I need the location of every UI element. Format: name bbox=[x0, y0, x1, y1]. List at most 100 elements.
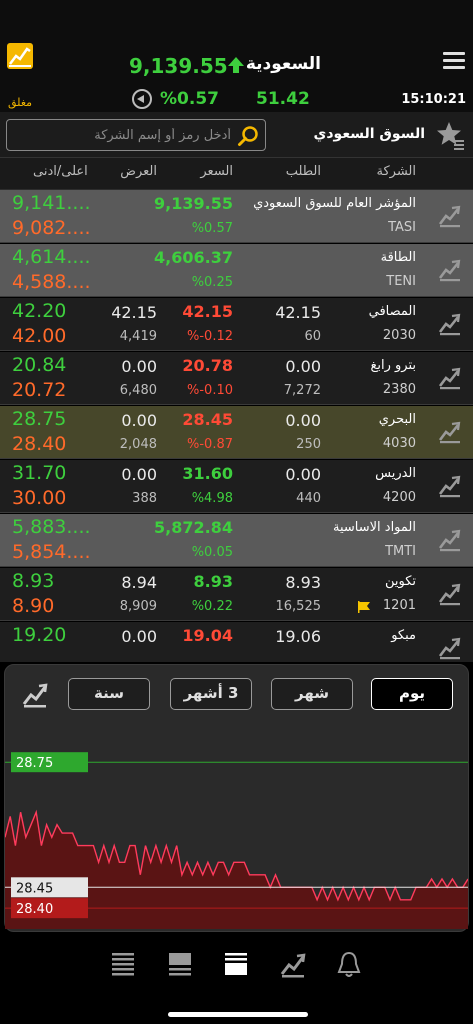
row-chart-icon[interactable] bbox=[437, 203, 463, 229]
flag-icon bbox=[358, 601, 370, 613]
ask-price: 0.00 bbox=[121, 411, 157, 430]
price-label: 28.45 bbox=[16, 881, 53, 896]
company-code: 4030 bbox=[382, 436, 416, 451]
row-chart-icon[interactable] bbox=[437, 311, 463, 337]
stock-row[interactable]: مبكو 19.06 19.04 0.00 19.20 bbox=[0, 622, 473, 662]
bid-quantity: 250 bbox=[296, 437, 321, 452]
bid-price: 0.00 bbox=[285, 411, 321, 430]
col-bid[interactable]: الطلب bbox=[286, 164, 321, 179]
col-ask[interactable]: العرض bbox=[120, 164, 157, 179]
index-change-percent: %0.57 bbox=[160, 89, 219, 109]
back-arrow-icon[interactable] bbox=[132, 89, 152, 109]
stock-row[interactable]: المؤشر العام للسوق السعودي TASI 9,139.55 %0… bbox=[0, 190, 473, 243]
row-chart-icon[interactable] bbox=[437, 635, 463, 661]
last-price: 5,872.84 bbox=[154, 518, 233, 537]
company-name: مبكو bbox=[391, 628, 416, 643]
low-value: 5,854.... bbox=[12, 541, 91, 563]
change-percent: %0.22 bbox=[191, 599, 233, 614]
ask-quantity: 6,480 bbox=[119, 383, 157, 398]
market-depth-icon[interactable] bbox=[222, 950, 250, 980]
tab-3-months[interactable]: 3 أشهر bbox=[170, 678, 252, 710]
high-value: 31.70 bbox=[12, 462, 67, 484]
col-high-low[interactable]: اعلى/ادنى bbox=[33, 164, 88, 179]
low-value: 8.90 bbox=[12, 595, 55, 617]
row-chart-icon[interactable] bbox=[437, 473, 463, 499]
row-chart-icon[interactable] bbox=[437, 365, 463, 391]
app-header: السعودية 9,139.55 مغلق %0.57 51.42 15:10… bbox=[0, 0, 473, 112]
bid-quantity: 7,272 bbox=[283, 383, 321, 398]
stock-row[interactable]: الدريس 4200 0.00 440 31.60 %4.98 0.00 388 31.70 3… bbox=[0, 460, 473, 513]
change-percent: %-0.12 bbox=[187, 329, 233, 344]
company-name: المؤشر العام للسوق السعودي bbox=[253, 196, 416, 211]
stock-row[interactable]: المواد الاساسية TMTI 5,872.84 %0.05 5,883...… bbox=[0, 514, 473, 567]
low-value: 4,588.... bbox=[12, 271, 91, 293]
company-name: بترو رابغ bbox=[370, 358, 416, 373]
bid-price: 19.06 bbox=[275, 627, 321, 646]
change-percent: %0.05 bbox=[191, 545, 233, 560]
ask-quantity: 388 bbox=[132, 491, 157, 506]
company-name: المواد الاساسية bbox=[332, 520, 416, 535]
last-price: 4,606.37 bbox=[154, 248, 233, 267]
tab-year[interactable]: سنة bbox=[68, 678, 150, 710]
stock-row[interactable]: تكوين 1201 8.93 16,525 8.93 %0.22 8.94 8,909 8.9… bbox=[0, 568, 473, 621]
last-price: 28.45 bbox=[182, 410, 233, 429]
row-chart-icon[interactable] bbox=[437, 257, 463, 283]
row-chart-icon[interactable] bbox=[437, 581, 463, 607]
company-name: الطاقة bbox=[380, 250, 416, 265]
market-name[interactable]: السعودية bbox=[246, 54, 321, 74]
company-code: 2030 bbox=[382, 328, 416, 343]
chart-expand-icon[interactable] bbox=[21, 681, 49, 709]
low-value: 20.72 bbox=[12, 379, 67, 401]
star-list-icon[interactable] bbox=[435, 120, 465, 150]
company-name: الدريس bbox=[375, 466, 416, 481]
search-field[interactable] bbox=[6, 119, 266, 151]
last-price: 31.60 bbox=[182, 464, 233, 483]
high-value: 9,141.... bbox=[12, 192, 91, 214]
tab-day[interactable]: يوم bbox=[371, 678, 453, 710]
bottom-nav bbox=[0, 932, 473, 1024]
col-price[interactable]: السعر bbox=[200, 164, 233, 179]
chart-icon[interactable] bbox=[279, 950, 307, 980]
alerts-bell-icon[interactable] bbox=[335, 950, 363, 980]
index-value: 9,139.55 bbox=[129, 54, 228, 78]
menu-icon[interactable] bbox=[443, 50, 465, 72]
change-percent: %-0.87 bbox=[187, 437, 233, 452]
high-value: 42.20 bbox=[12, 300, 67, 322]
search-icon[interactable] bbox=[237, 125, 259, 147]
intraday-chart[interactable]: 28.75 28.45 28.40 bbox=[5, 733, 468, 929]
row-chart-icon[interactable] bbox=[437, 419, 463, 445]
clock: 15:10:21 bbox=[401, 92, 466, 107]
ask-price: 8.94 bbox=[121, 573, 157, 592]
company-name: المصافي bbox=[368, 304, 416, 319]
high-label: 28.75 bbox=[16, 756, 53, 771]
low-value: 9,082.... bbox=[12, 217, 91, 239]
company-code: TMTI bbox=[385, 544, 416, 559]
watchlist-icon[interactable] bbox=[166, 950, 194, 980]
search-input[interactable] bbox=[21, 123, 231, 147]
chart-panel: يوم شهر 3 أشهر سنة 28.75 28.45 28.40 bbox=[4, 664, 469, 932]
col-company[interactable]: الشركة bbox=[376, 164, 416, 179]
bid-price: 42.15 bbox=[275, 303, 321, 322]
row-chart-icon[interactable] bbox=[437, 527, 463, 553]
high-value: 5,883.... bbox=[12, 516, 91, 538]
low-value: 42.00 bbox=[12, 325, 67, 347]
stock-row[interactable]: المصافي 2030 42.15 60 42.15 %-0.12 42.15 4,419 4… bbox=[0, 298, 473, 351]
tab-month[interactable]: شهر bbox=[271, 678, 353, 710]
ask-quantity: 2,048 bbox=[119, 437, 157, 452]
last-price: 19.04 bbox=[182, 626, 233, 645]
stock-row[interactable]: بترو رابغ 2380 0.00 7,272 20.78 %-0.10 0.00 6,4… bbox=[0, 352, 473, 405]
home-indicator bbox=[168, 1012, 308, 1017]
stock-row[interactable]: الطاقة TENI 4,606.37 %0.25 4,614.... 4,588...… bbox=[0, 244, 473, 297]
bid-price: 8.93 bbox=[285, 573, 321, 592]
last-price: 8.93 bbox=[193, 572, 233, 591]
list-icon[interactable] bbox=[109, 950, 137, 980]
high-value: 8.93 bbox=[12, 570, 55, 592]
up-arrow-icon bbox=[228, 57, 244, 73]
stock-row[interactable]: البحري 4030 0.00 250 28.45 %-0.87 0.00 2,048 28.… bbox=[0, 406, 473, 459]
ask-price: 0.00 bbox=[121, 627, 157, 646]
bid-quantity: 440 bbox=[296, 491, 321, 506]
ask-price: 0.00 bbox=[121, 357, 157, 376]
market-selector[interactable]: السوق السعودي bbox=[314, 126, 425, 142]
company-name: تكوين bbox=[384, 574, 416, 589]
ask-quantity: 8,909 bbox=[119, 599, 157, 614]
